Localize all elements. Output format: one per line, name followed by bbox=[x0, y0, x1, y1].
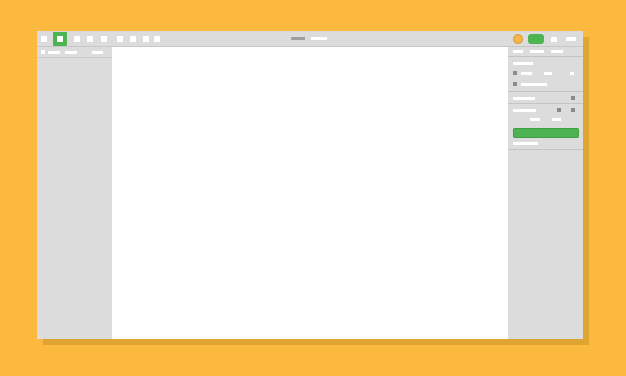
menu-icon[interactable] bbox=[41, 36, 47, 42]
layers-icon[interactable] bbox=[41, 50, 45, 54]
frame-tool-icon bbox=[57, 36, 63, 42]
app-window bbox=[37, 31, 583, 339]
document-title[interactable] bbox=[311, 37, 327, 40]
section-heading bbox=[513, 62, 533, 65]
checkbox-icon[interactable] bbox=[513, 71, 517, 75]
comment-tool-icon[interactable] bbox=[154, 36, 160, 42]
frame-tool-button[interactable] bbox=[53, 32, 67, 46]
tab-assets[interactable] bbox=[65, 51, 77, 54]
tab-inspect[interactable] bbox=[551, 50, 563, 53]
settings-icon[interactable] bbox=[557, 108, 561, 112]
hand-tool-icon[interactable] bbox=[130, 36, 136, 42]
add-icon[interactable] bbox=[571, 96, 575, 100]
property-field[interactable] bbox=[521, 83, 547, 86]
text-tool-icon[interactable] bbox=[101, 36, 107, 42]
property-field[interactable] bbox=[521, 72, 532, 75]
tab-layers[interactable] bbox=[48, 51, 60, 54]
export-scale[interactable] bbox=[530, 118, 540, 121]
layout-section bbox=[508, 57, 583, 92]
export-button[interactable] bbox=[513, 128, 579, 138]
project-name[interactable] bbox=[291, 37, 305, 40]
pen-tool-icon[interactable] bbox=[87, 36, 93, 42]
add-icon[interactable] bbox=[571, 108, 575, 112]
property-field[interactable] bbox=[544, 72, 552, 75]
section-heading bbox=[513, 109, 536, 112]
present-icon[interactable] bbox=[551, 37, 557, 42]
properties-panel bbox=[508, 47, 583, 339]
export-format[interactable] bbox=[552, 118, 561, 121]
image-tool-icon[interactable] bbox=[117, 36, 123, 42]
page-selector[interactable] bbox=[92, 51, 103, 54]
section-heading bbox=[513, 97, 535, 100]
design-canvas[interactable] bbox=[112, 47, 508, 339]
shape-tool-icon[interactable] bbox=[74, 36, 80, 42]
fill-section bbox=[508, 92, 583, 104]
component-tool-icon[interactable] bbox=[143, 36, 149, 42]
properties-tabs bbox=[508, 47, 583, 57]
property-field[interactable] bbox=[570, 72, 574, 75]
tab-design[interactable] bbox=[513, 50, 523, 53]
layers-panel-header bbox=[37, 47, 112, 58]
collaborator-avatar[interactable] bbox=[513, 34, 523, 44]
layers-panel bbox=[37, 47, 112, 339]
zoom-level-control[interactable] bbox=[566, 37, 576, 41]
top-toolbar bbox=[37, 31, 583, 47]
export-section bbox=[508, 104, 583, 150]
tab-prototype[interactable] bbox=[530, 50, 544, 53]
share-button[interactable] bbox=[528, 34, 544, 44]
preview-link[interactable] bbox=[513, 142, 538, 145]
checkbox-icon[interactable] bbox=[513, 82, 517, 86]
